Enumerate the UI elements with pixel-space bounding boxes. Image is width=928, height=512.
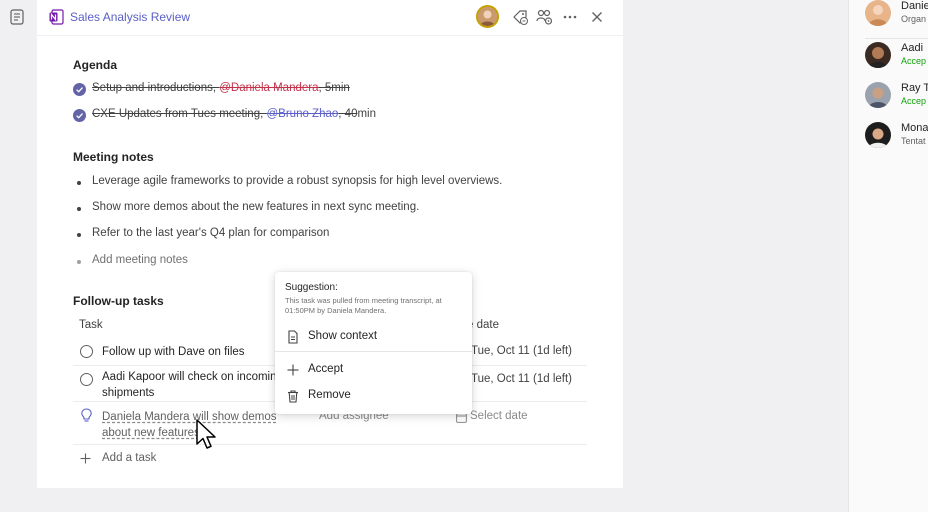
suggestion-title: Suggestion: — [285, 282, 338, 293]
task-due-date[interactable]: Tue, Oct 11 (1d left) — [471, 345, 572, 357]
tag-remove-icon[interactable] — [511, 8, 529, 26]
attendee-status: Accep — [901, 96, 927, 106]
task-text-line: shipments — [102, 387, 155, 399]
attendee-item[interactable]: Danie Organ — [865, 0, 928, 39]
bullet — [77, 181, 81, 185]
bullet — [77, 233, 81, 237]
attendee-avatar — [865, 42, 891, 68]
note-text: Refer to the last year's Q4 plan for com… — [92, 227, 330, 239]
user-avatar[interactable] — [476, 5, 499, 28]
show-context-item[interactable]: Show context — [275, 326, 472, 348]
show-context-label: Show context — [308, 330, 378, 342]
people-settings-icon[interactable] — [535, 8, 553, 26]
onenote-icon — [49, 9, 64, 25]
close-icon[interactable] — [588, 8, 606, 26]
card-title: Sales Analysis Review — [70, 10, 191, 24]
check-circle-icon[interactable] — [73, 109, 86, 122]
document-icon — [288, 330, 298, 344]
note-text: Leverage agile frameworks to provide a r… — [92, 175, 503, 187]
task-complete-circle[interactable] — [80, 373, 93, 386]
attendee-name: Mona — [901, 122, 928, 134]
accept-item[interactable]: Accept — [275, 359, 472, 381]
meeting-notes-title: Meeting notes — [73, 150, 154, 164]
more-options-icon[interactable] — [561, 8, 579, 26]
bullet — [77, 207, 81, 211]
task-column-header: Task — [79, 319, 103, 331]
agenda-text: Setup and introductions, — [92, 82, 220, 94]
task-text[interactable]: Follow up with Dave on files — [102, 344, 245, 360]
popup-divider — [275, 351, 472, 352]
card-header: Sales Analysis Review — [37, 0, 623, 36]
attendee-name: Aadi — [901, 42, 924, 54]
remove-item[interactable]: Remove — [275, 385, 472, 407]
attendee-item[interactable]: Aadi Accep — [865, 42, 928, 72]
suggested-task-text[interactable]: Daniela Mandera will show demos about ne… — [102, 409, 277, 441]
mention-bruno[interactable]: @Bruno Zhao — [267, 108, 339, 120]
attendee-status: Organ — [901, 14, 927, 24]
avatar-image — [478, 7, 497, 26]
task-due-date[interactable]: Tue, Oct 11 (1d left) — [471, 373, 572, 385]
suggested-task-line: about new features — [102, 427, 200, 439]
check-circle-icon[interactable] — [73, 83, 86, 96]
trash-icon — [288, 390, 298, 403]
attendee-item[interactable]: Mona Tentat — [865, 122, 928, 152]
meeting-notes-card: Sales Analysis Review Agenda Setup and i… — [37, 0, 623, 488]
suggestion-popup: Suggestion: This task was pulled from me… — [275, 272, 472, 414]
mention-daniela[interactable]: @Daniela Mandera — [219, 82, 318, 94]
agenda-title: Agenda — [73, 58, 118, 72]
add-task-label: Add a task — [102, 452, 157, 464]
mouse-cursor-icon — [196, 419, 216, 449]
lightbulb-icon — [81, 408, 92, 422]
notes-icon[interactable] — [10, 9, 24, 25]
attendee-avatar — [865, 0, 891, 26]
agenda-duration: , 40 — [338, 108, 358, 120]
divider — [865, 38, 928, 39]
attendee-avatar — [865, 122, 891, 148]
add-notes-placeholder: Add meeting notes — [92, 254, 188, 266]
agenda-duration-unit: min — [357, 108, 376, 120]
suggestion-description: This task was pulled from meeting transc… — [285, 296, 442, 315]
attendee-avatar — [865, 82, 891, 108]
follow-up-tasks-title: Follow-up tasks — [73, 294, 164, 308]
task-text[interactable]: Aadi Kapoor will check on incomin shipme… — [102, 369, 277, 401]
attendee-status: Accep — [901, 56, 927, 66]
attendee-name: Danie — [901, 0, 928, 12]
bullet — [77, 260, 81, 264]
add-task-button[interactable]: Add a task — [79, 452, 199, 470]
plus-icon — [287, 364, 299, 376]
attendees-panel: Danie Organ Aadi Accep Ray T Accep Mona … — [848, 0, 928, 512]
agenda-duration: , 5min — [318, 82, 350, 94]
attendee-name: Ray T — [901, 82, 928, 94]
suggested-task-line: Daniela Mandera will show demos — [102, 411, 277, 423]
attendee-item[interactable]: Ray T Accep — [865, 82, 928, 112]
plus-icon — [80, 453, 91, 464]
task-text-line: Aadi Kapoor will check on incomin — [102, 371, 277, 383]
attendee-status: Tentat — [901, 136, 926, 146]
agenda-text: CXE Updates from Tues meeting, — [92, 108, 267, 120]
select-date[interactable]: Select date — [470, 410, 528, 422]
note-text: Show more demos about the new features i… — [92, 201, 420, 213]
accept-label: Accept — [308, 363, 344, 375]
left-rail — [0, 0, 36, 512]
task-complete-circle[interactable] — [80, 345, 93, 358]
remove-label: Remove — [308, 389, 351, 401]
